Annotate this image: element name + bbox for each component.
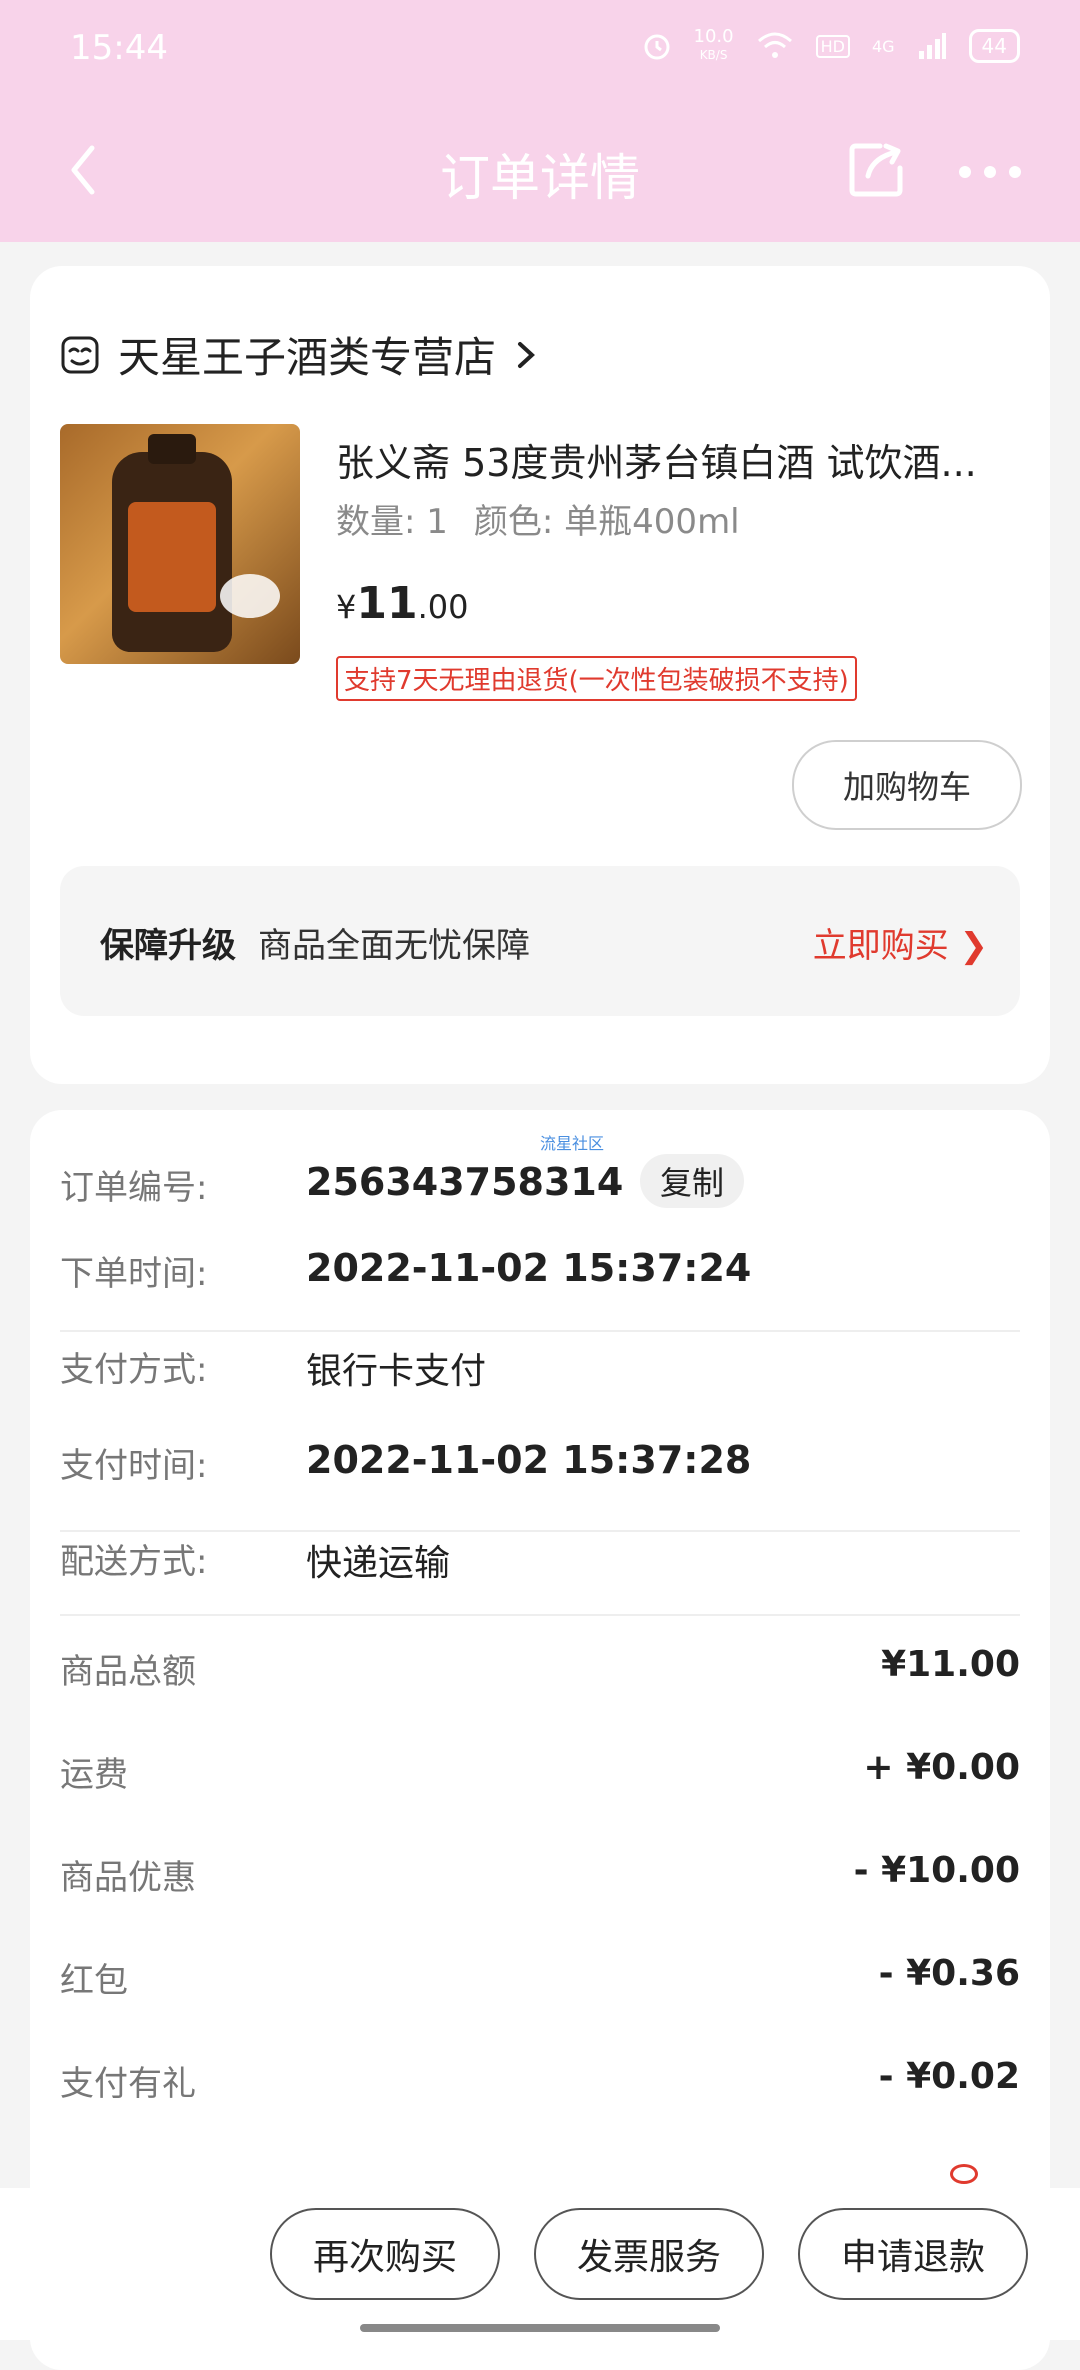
order-time-label: 下单时间: — [60, 1254, 208, 1294]
protection-desc: 商品全面无忧保障 — [258, 926, 530, 966]
amount-label: 支付有礼 — [60, 2064, 196, 2104]
store-icon — [61, 336, 99, 373]
delivery-value: 快递运输 — [306, 1543, 451, 1584]
pay-time-value: 2022-11-02 15:37:28 — [306, 1438, 752, 1482]
protection-title: 保障升级 — [100, 926, 236, 966]
bottle-label — [128, 502, 216, 612]
hd-badge: HD — [815, 34, 850, 58]
header: 15:44 10.0 KB/S HD 4G 44 订单详情 — [0, 0, 1080, 242]
alarm-icon — [644, 34, 670, 60]
amount-label: 运费 — [60, 1755, 128, 1795]
order-time-value: 2022-11-02 15:37:24 — [306, 1246, 752, 1290]
amount-value: - ¥0.36 — [878, 1953, 1020, 1994]
rebuy-button[interactable]: 再次购买 — [270, 2208, 500, 2300]
more-icon[interactable] — [955, 152, 1025, 192]
product-card: 天星王子酒类专营店 张义斋 53度贵州茅台镇白酒 试饮酒... 数量: 1 颜色:… — [30, 266, 1050, 1084]
pay-method-label: 支付方式: — [60, 1350, 208, 1390]
amount-value: + ¥0.00 — [863, 1747, 1020, 1788]
divider — [60, 1330, 1020, 1332]
divider — [60, 1530, 1020, 1532]
bottle-cap — [148, 434, 196, 464]
amount-value: - ¥0.02 — [878, 2056, 1020, 2097]
share-icon[interactable] — [846, 138, 908, 200]
copy-button[interactable]: 复制 — [640, 1154, 744, 1208]
return-policy-badge: 支持7天无理由退货(一次性包装破损不支持) — [336, 656, 857, 701]
store-name: 天星王子酒类专营店 — [118, 333, 497, 382]
pay-time-label: 支付时间: — [60, 1446, 208, 1486]
splash-shape — [220, 574, 280, 618]
product-price: ¥11.00 — [336, 578, 468, 629]
watermark-text: 流星社区 — [540, 1134, 605, 1153]
wifi-icon — [757, 32, 792, 58]
delivery-label: 配送方式: — [60, 1542, 208, 1582]
price-decimal: .00 — [417, 588, 469, 626]
net-speed: 10.0 KB/S — [693, 26, 734, 63]
invoice-button[interactable]: 发票服务 — [534, 2208, 764, 2300]
buy-now-link[interactable]: 立即购买 ❯ — [813, 918, 988, 967]
color-label: 颜色: 单瓶400ml — [473, 502, 740, 542]
order-number-label: 订单编号: — [60, 1168, 208, 1208]
add-cart-button[interactable]: 加购物车 — [792, 740, 1022, 830]
home-indicator[interactable] — [360, 2324, 720, 2332]
pay-method-value: 银行卡支付 — [306, 1351, 487, 1392]
amount-value: - ¥10.00 — [853, 1850, 1020, 1891]
product-title[interactable]: 张义斋 53度贵州茅台镇白酒 试饮酒... — [336, 432, 1026, 487]
divider — [60, 1614, 1020, 1616]
amount-value: ¥11.00 — [881, 1644, 1020, 1685]
status-icons: 10.0 KB/S HD 4G 44 — [642, 28, 1020, 64]
battery-indicator: 44 — [968, 29, 1020, 63]
back-icon[interactable] — [56, 140, 116, 200]
price-integer: 11 — [356, 578, 418, 629]
signal-label: 4G — [871, 36, 895, 56]
status-time: 15:44 — [70, 28, 168, 68]
refund-button[interactable]: 申请退款 — [798, 2208, 1028, 2300]
partial-badge — [950, 2164, 978, 2184]
product-image[interactable] — [60, 424, 300, 664]
price-symbol: ¥ — [336, 588, 357, 626]
amount-label: 商品优惠 — [60, 1858, 196, 1898]
amount-label: 商品总额 — [60, 1652, 196, 1692]
store-link[interactable]: 天星王子酒类专营店 — [60, 324, 538, 385]
amount-label: 红包 — [60, 1961, 128, 2001]
product-meta: 数量: 1 颜色: 单瓶400ml — [336, 494, 740, 543]
chevron-right-icon — [518, 341, 535, 368]
page-title: 订单详情 — [440, 149, 640, 207]
quantity-label: 数量: 1 — [336, 502, 448, 542]
order-info-card: 订单编号: 256343758314 流星社区 复制 下单时间: 2022-11… — [30, 1110, 1050, 2370]
protection-upgrade-banner[interactable]: 保障升级 商品全面无忧保障 立即购买 ❯ — [60, 866, 1020, 1016]
order-number-value: 256343758314 — [306, 1160, 624, 1204]
bottom-action-bar: 再次购买 发票服务 申请退款 — [0, 2188, 1080, 2340]
nav-bar: 订单详情 — [0, 120, 1080, 220]
signal-icon — [918, 33, 946, 59]
status-bar: 15:44 10.0 KB/S HD 4G 44 — [0, 0, 1080, 96]
